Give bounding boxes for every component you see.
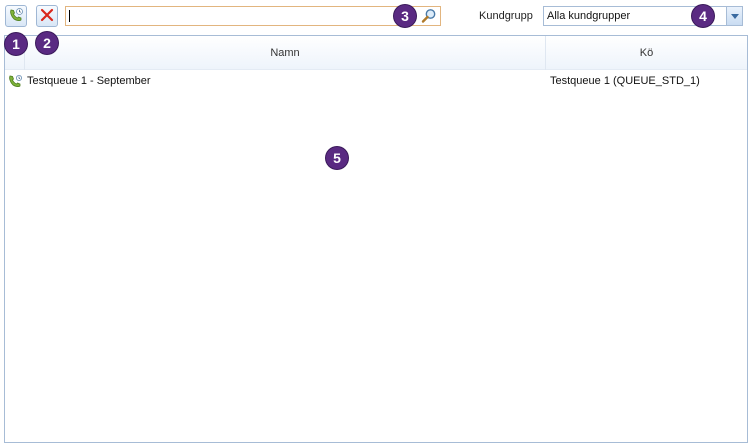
search-icon[interactable] [420,8,438,24]
delete-button[interactable] [36,5,58,27]
customer-group-value: Alla kundgrupper [547,10,631,22]
callout-marker-4: 4 [692,5,714,27]
row-name: Testqueue 1 - September [27,75,151,87]
grid-header: Namn Kö [5,36,747,70]
chevron-down-icon[interactable] [726,7,742,25]
search-input[interactable] [68,8,418,24]
callout-marker-2: 2 [36,32,58,54]
callout-marker-1: 1 [5,33,27,55]
text-cursor [69,10,70,22]
red-x-icon [39,7,55,26]
search-box [65,6,441,26]
column-header-name[interactable]: Namn [25,36,546,70]
column-header-queue[interactable]: Kö [546,36,747,70]
callout-marker-5: 5 [326,147,348,169]
table-row[interactable]: Testqueue 1 - September Testqueue 1 (QUE… [5,71,747,91]
customer-group-label: Kundgrupp [479,10,533,22]
queue-grid[interactable]: Namn Kö Testqueue 1 - September Testqueu… [4,35,748,443]
phone-icon [8,74,24,88]
add-callback-button[interactable] [5,5,27,27]
row-queue: Testqueue 1 (QUEUE_STD_1) [550,75,700,87]
toolbar: Kundgrupp Alla kundgrupper [0,0,751,34]
callout-marker-3: 3 [394,5,416,27]
phone-add-icon [8,7,24,26]
